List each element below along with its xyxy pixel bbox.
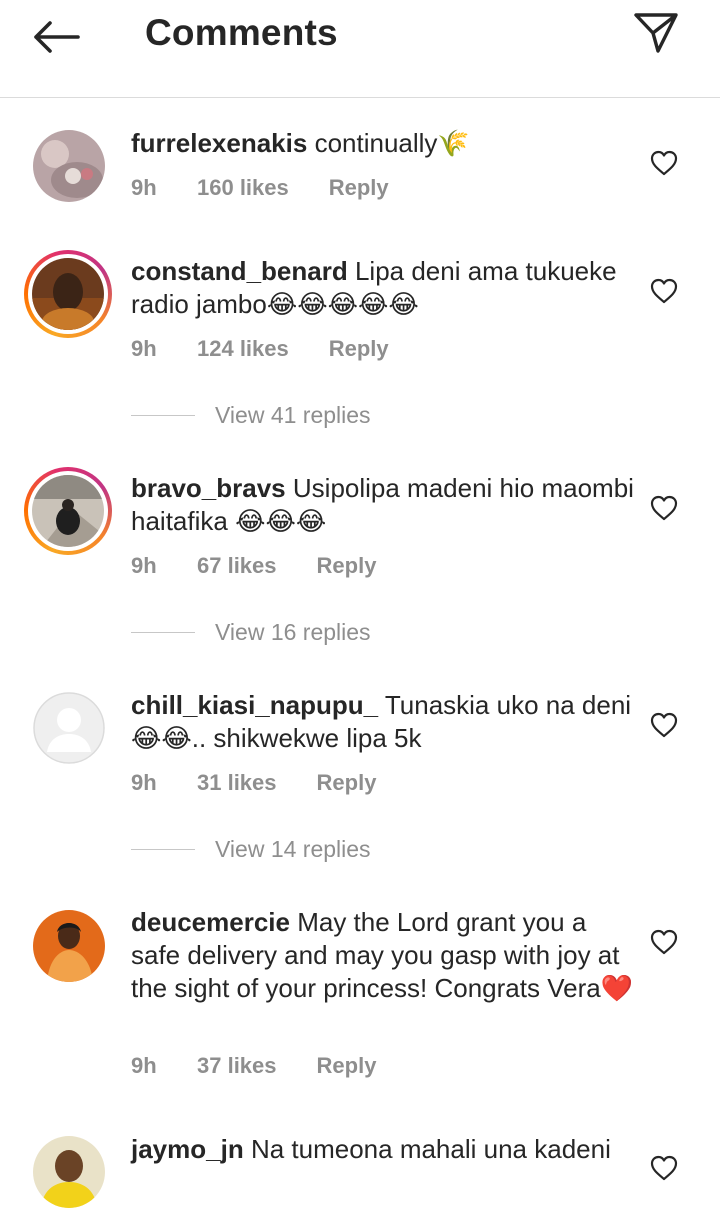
comment-body: Na tumeona mahali una kadeni xyxy=(250,1134,611,1164)
avatar[interactable] xyxy=(33,910,105,982)
avatar-image xyxy=(32,258,104,330)
comment-time: 9h xyxy=(131,1053,157,1078)
view-replies-label: View 41 replies xyxy=(215,402,371,428)
comment-time: 9h xyxy=(131,553,157,578)
comment-time: 9h xyxy=(131,336,157,361)
paper-plane-icon xyxy=(634,13,678,53)
comment-username[interactable]: constand_benard xyxy=(131,256,348,286)
comment-text-block: deucemercie May the Lord grant you a saf… xyxy=(131,906,641,1005)
reply-button[interactable]: Reply xyxy=(317,770,377,796)
comment-likes[interactable]: 124 likes xyxy=(197,336,289,362)
comment-username[interactable]: chill_kiasi_napupu_ xyxy=(131,690,378,720)
comment-text-block: bravo_bravs Usipolipa madeni hio maombi … xyxy=(131,472,641,538)
view-replies-button[interactable]: View 41 replies xyxy=(131,402,371,429)
comment-text-block: jaymo_jn Na tumeona mahali una kadeni xyxy=(131,1133,641,1166)
comment-text-block: constand_benard Lipa deni ama tukueke ra… xyxy=(131,255,641,321)
app-header: Comments xyxy=(0,0,720,98)
comment-meta: 9h 160 likes Reply xyxy=(131,175,389,201)
heart-icon[interactable] xyxy=(648,1152,680,1184)
divider-line xyxy=(131,632,195,633)
view-replies-label: View 16 replies xyxy=(215,619,371,645)
comment-likes[interactable]: 37 likes xyxy=(197,1053,277,1079)
heart-icon[interactable] xyxy=(648,147,680,179)
comment-time: 9h xyxy=(131,175,157,200)
view-replies-label: View 14 replies xyxy=(215,836,371,862)
arrow-left-icon xyxy=(34,21,80,53)
share-button[interactable] xyxy=(628,10,684,56)
comment-likes[interactable]: 31 likes xyxy=(197,770,277,796)
comment-likes[interactable]: 67 likes xyxy=(197,553,277,579)
back-button[interactable] xyxy=(28,14,84,60)
heart-icon[interactable] xyxy=(648,926,680,958)
comment-time: 9h xyxy=(131,770,157,795)
reply-button[interactable]: Reply xyxy=(329,336,389,362)
comment-body: continually🌾 xyxy=(314,128,470,158)
comment-username[interactable]: deucemercie xyxy=(131,907,290,937)
avatar-image xyxy=(33,1136,105,1208)
divider-line xyxy=(131,415,195,416)
divider-line xyxy=(131,849,195,850)
comment-meta: 9h 67 likes Reply xyxy=(131,553,376,579)
comment-meta: 9h 37 likes Reply xyxy=(131,1053,376,1079)
view-replies-button[interactable]: View 14 replies xyxy=(131,836,371,863)
avatar-image xyxy=(33,910,105,982)
heart-icon[interactable] xyxy=(648,709,680,741)
comment-username[interactable]: furrelexenakis xyxy=(131,128,307,158)
heart-icon[interactable] xyxy=(648,275,680,307)
comment-meta: 9h 124 likes Reply xyxy=(131,336,389,362)
default-avatar-icon xyxy=(33,692,105,764)
avatar[interactable] xyxy=(33,130,105,202)
comment-meta: 9h 31 likes Reply xyxy=(131,770,376,796)
avatar[interactable] xyxy=(33,1136,105,1208)
avatar[interactable] xyxy=(24,250,112,338)
reply-button[interactable]: Reply xyxy=(329,175,389,201)
avatar[interactable] xyxy=(33,692,105,764)
avatar[interactable] xyxy=(24,467,112,555)
heart-icon[interactable] xyxy=(648,492,680,524)
comment-text-block: furrelexenakis continually🌾 xyxy=(131,127,641,160)
avatar-image xyxy=(33,130,105,202)
avatar-image xyxy=(32,475,104,547)
reply-button[interactable]: Reply xyxy=(317,553,377,579)
comment-username[interactable]: jaymo_jn xyxy=(131,1134,244,1164)
comment-username[interactable]: bravo_bravs xyxy=(131,473,286,503)
reply-button[interactable]: Reply xyxy=(317,1053,377,1079)
comment-likes[interactable]: 160 likes xyxy=(197,175,289,201)
comment-text-block: chill_kiasi_napupu_ Tunaskia uko na deni… xyxy=(131,689,641,755)
page-title: Comments xyxy=(145,12,338,53)
view-replies-button[interactable]: View 16 replies xyxy=(131,619,371,646)
